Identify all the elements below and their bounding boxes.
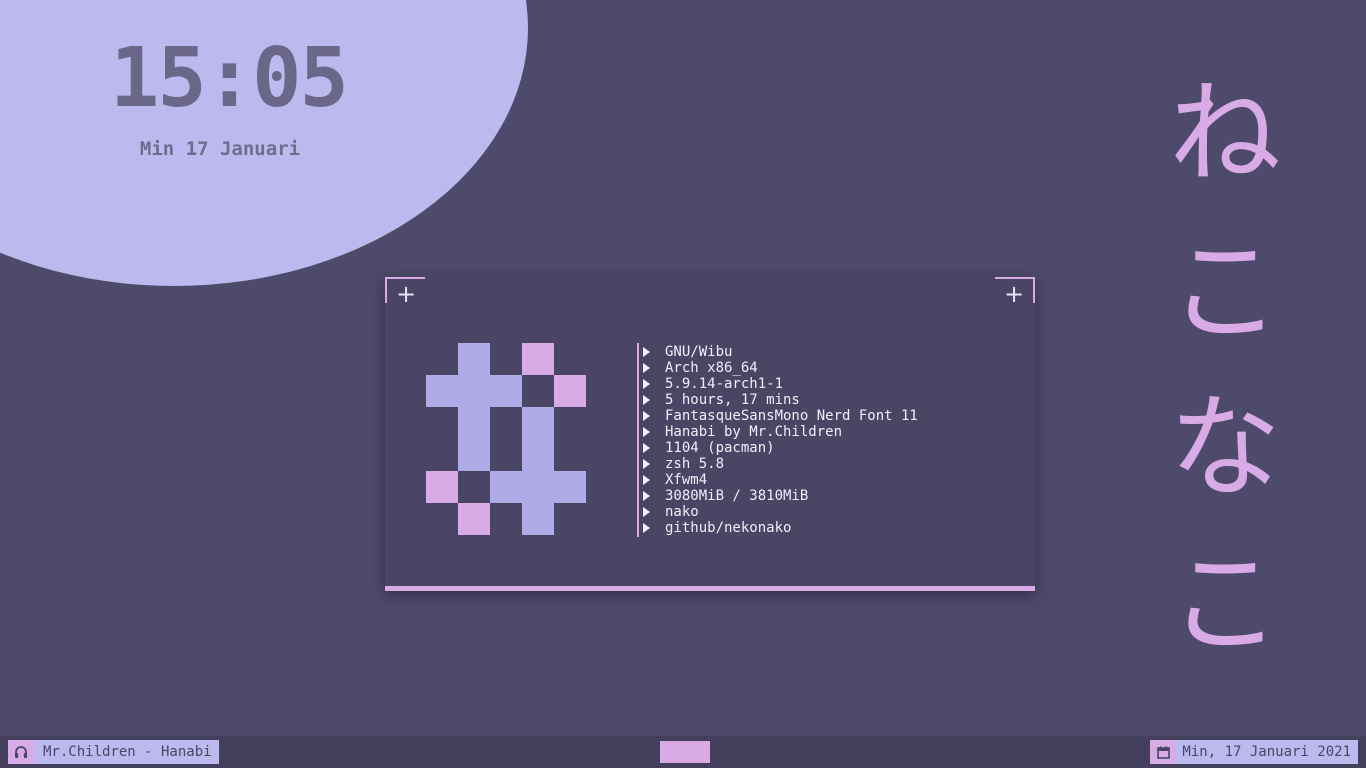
system-info-list: GNU/Wibu Arch x86_64 5.9.14-arch1-1 5 ho… — [643, 344, 918, 536]
info-wm: Xfwm4 — [643, 472, 918, 488]
info-github: github/nekonako — [643, 520, 918, 536]
bottom-panel: Mr.Children - Hanabi Min, 17 Januari 202… — [0, 736, 1366, 768]
info-value: Hanabi by Mr.Children — [665, 424, 843, 440]
plus-icon[interactable]: + — [395, 282, 417, 306]
clock-date: Min 17 Januari — [139, 138, 301, 160]
corner-decoration-left — [385, 277, 425, 279]
distro-logo — [426, 343, 586, 537]
info-host: Arch x86_64 — [643, 360, 918, 376]
workspace-indicator[interactable] — [660, 741, 710, 763]
info-user: nako — [643, 504, 918, 520]
logo-cell — [522, 407, 554, 471]
info-value: zsh 5.8 — [665, 456, 725, 472]
info-value: nako — [665, 504, 699, 520]
arrow-right-icon — [643, 427, 650, 437]
date-widget[interactable]: Min, 17 Januari 2021 — [1150, 740, 1358, 764]
arrow-right-icon — [643, 523, 650, 533]
logo-cell — [554, 375, 586, 407]
headphones-icon — [8, 740, 34, 764]
info-memory: 3080MiB / 3810MiB — [643, 488, 918, 504]
info-value: github/nekonako — [665, 520, 792, 536]
arrow-right-icon — [643, 411, 650, 421]
info-separator — [637, 343, 639, 537]
desktop: 15:05 Min 17 Januari ね こ な こ + + GNU/Wib… — [0, 0, 1366, 768]
info-kernel: 5.9.14-arch1-1 — [643, 376, 918, 392]
info-value: Xfwm4 — [665, 472, 708, 488]
info-uptime: 5 hours, 17 mins — [643, 392, 918, 408]
logo-cell — [426, 471, 458, 503]
info-font: FantasqueSansMono Nerd Font 11 — [643, 408, 918, 424]
arrow-right-icon — [643, 347, 650, 357]
arrow-right-icon — [643, 475, 650, 485]
logo-cell — [458, 343, 490, 375]
arrow-right-icon — [643, 363, 650, 373]
calendar-icon — [1150, 740, 1177, 764]
logo-cell — [458, 407, 490, 471]
arrow-right-icon — [643, 459, 650, 469]
info-value: 5.9.14-arch1-1 — [665, 376, 784, 392]
now-playing-label: Mr.Children - Hanabi — [34, 740, 219, 764]
kana-char-1: ね — [1169, 69, 1281, 199]
arrow-right-icon — [643, 379, 650, 389]
info-value: GNU/Wibu — [665, 344, 733, 360]
kana-char-3: な — [1169, 383, 1281, 513]
logo-cell — [426, 375, 522, 407]
info-value: FantasqueSansMono Nerd Font 11 — [665, 408, 918, 424]
info-value: 5 hours, 17 mins — [665, 392, 800, 408]
info-packages: 1104 (pacman) — [643, 440, 918, 456]
arrow-right-icon — [643, 395, 650, 405]
corner-decoration-left-side — [385, 277, 387, 303]
info-value: Arch x86_64 — [665, 360, 758, 376]
terminal-window[interactable]: + + GNU/Wibu Arch x86_64 5.9.14-arch1-1 … — [385, 277, 1035, 591]
logo-cell — [490, 471, 586, 503]
arrow-right-icon — [643, 491, 650, 501]
corner-decoration-right — [995, 277, 1035, 279]
info-song: Hanabi by Mr.Children — [643, 424, 918, 440]
info-value: 1104 (pacman) — [665, 440, 775, 456]
arrow-right-icon — [643, 443, 650, 453]
terminal-bottom-border — [385, 586, 1035, 591]
kana-char-4: こ — [1169, 539, 1281, 669]
arrow-right-icon — [643, 507, 650, 517]
panel-date-label: Min, 17 Januari 2021 — [1176, 740, 1358, 764]
corner-decoration-right-side — [1033, 277, 1035, 303]
logo-cell — [522, 343, 554, 375]
info-shell: zsh 5.8 — [643, 456, 918, 472]
clock-time: 15:05 — [110, 31, 349, 126]
now-playing-widget[interactable]: Mr.Children - Hanabi — [8, 740, 219, 764]
info-os: GNU/Wibu — [643, 344, 918, 360]
kana-char-2: こ — [1169, 227, 1281, 357]
info-value: 3080MiB / 3810MiB — [665, 488, 809, 504]
logo-cell — [458, 503, 490, 535]
logo-cell — [522, 503, 554, 535]
plus-icon[interactable]: + — [1003, 282, 1025, 306]
